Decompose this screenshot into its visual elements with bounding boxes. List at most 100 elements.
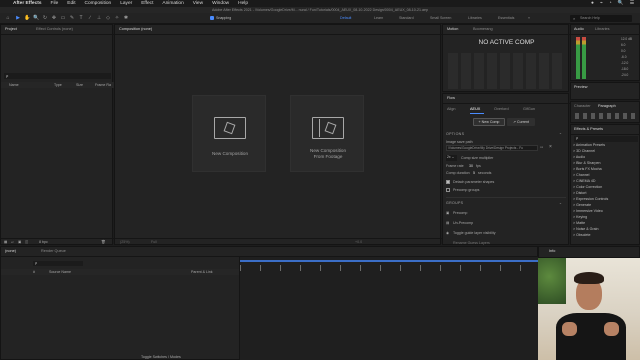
comp-size-select[interactable]: 2x ⌄: [446, 155, 457, 161]
orbit-tool-icon[interactable]: ↻: [42, 15, 48, 21]
new-composition-card[interactable]: New Composition: [192, 95, 266, 172]
bit-depth-label[interactable]: 8 bpc: [39, 240, 48, 244]
new-folder-icon[interactable]: ▱: [11, 240, 14, 244]
hand-tool-icon[interactable]: ✋: [24, 15, 30, 21]
image-save-path-input[interactable]: /Volumes/GoogleDrive/My Drive/Design Pro…: [446, 145, 538, 151]
brush-tool-icon[interactable]: ∕: [87, 15, 93, 21]
effects-presets-title[interactable]: Effects & Presets: [574, 127, 603, 131]
fx-keying[interactable]: > Keying: [573, 215, 587, 219]
selection-tool-icon[interactable]: ▶: [15, 15, 21, 21]
spotlight-search-icon[interactable]: 🔍: [618, 1, 624, 6]
subtab-aeux[interactable]: AEUX: [470, 107, 480, 111]
status-icon-2[interactable]: ⌁: [600, 1, 603, 6]
fx-boris-mocha[interactable]: > Boris FX Mocha: [573, 167, 602, 171]
precomp-action[interactable]: Precomp: [453, 211, 467, 215]
puppet-tool-icon[interactable]: ✱: [123, 15, 129, 21]
tab-libraries[interactable]: Libraries: [595, 27, 610, 31]
type-tool-icon[interactable]: T: [78, 15, 84, 21]
toggle-switches-modes[interactable]: Toggle Switches / Modes: [141, 355, 181, 359]
workspace-overflow-icon[interactable]: »: [528, 16, 530, 20]
column-type[interactable]: Type: [54, 83, 62, 87]
fx-channel[interactable]: > Channel: [573, 173, 589, 177]
fx-cinema-4d[interactable]: > CINEMA 4D: [573, 179, 595, 183]
fx-generate[interactable]: > Generate: [573, 203, 591, 207]
tab-project[interactable]: Project: [5, 27, 17, 31]
project-search-input[interactable]: ρ: [4, 73, 111, 79]
column-parent-link[interactable]: Parent & Link: [191, 270, 213, 274]
column-source-name[interactable]: Source Name: [49, 270, 71, 274]
workspace-default[interactable]: Default: [340, 16, 351, 20]
tab-preview[interactable]: Preview: [574, 85, 588, 89]
fx-immersive-video[interactable]: > Immersive Video: [573, 209, 603, 213]
motion-controls-grid[interactable]: [448, 53, 565, 89]
composition-from-footage-card[interactable]: New Composition From Footage: [290, 95, 364, 172]
new-comp-button[interactable]: + New Comp: [473, 118, 505, 126]
folder-icon[interactable]: ▭: [540, 145, 543, 149]
detach-shapes-checkbox[interactable]: [446, 180, 450, 184]
subtab-gifgun[interactable]: GifGun: [523, 107, 535, 111]
status-icon-3[interactable]: ◔: [609, 1, 612, 6]
fx-matte[interactable]: > Matte: [573, 221, 585, 225]
tab-timeline-none[interactable]: (none): [5, 249, 16, 253]
frame-rate-value[interactable]: 30: [469, 164, 473, 168]
fx-obsolete[interactable]: > Obsolete: [573, 233, 590, 237]
home-icon[interactable]: ⌂: [5, 15, 11, 21]
effects-search-input[interactable]: ρ: [574, 136, 638, 142]
tab-composition[interactable]: Composition (none): [119, 27, 152, 31]
new-comp-icon[interactable]: ▣: [18, 240, 21, 244]
fx-audio[interactable]: > Audio: [573, 155, 585, 159]
tab-character[interactable]: Character: [574, 104, 591, 108]
toggle-guide-action[interactable]: Toggle guide layer visibility: [453, 231, 496, 235]
tab-flow[interactable]: Flow: [447, 96, 455, 100]
workspace-essentials[interactable]: Essentials: [498, 16, 514, 20]
paragraph-align-buttons[interactable]: [575, 113, 637, 119]
work-area-bar[interactable]: [240, 260, 540, 262]
menu-layer[interactable]: Layer: [120, 1, 132, 6]
fx-distort[interactable]: > Distort: [573, 191, 586, 195]
app-name-menu[interactable]: After Effects: [13, 1, 42, 6]
workspace-small-screen[interactable]: Small Screen: [430, 16, 451, 20]
workspace-learn[interactable]: Learn: [374, 16, 383, 20]
eraser-tool-icon[interactable]: ◇: [105, 15, 111, 21]
comp-footer-exposure[interactable]: +0.0: [355, 240, 362, 244]
rename-layers-action[interactable]: Rename Guess Layers: [453, 241, 490, 245]
menu-help[interactable]: Help: [238, 1, 248, 6]
pan-tool-icon[interactable]: ✥: [51, 15, 57, 21]
fx-blur-sharpen[interactable]: > Blur & Sharpen: [573, 161, 600, 165]
close-icon[interactable]: ×: [549, 144, 552, 150]
tab-effect-controls[interactable]: Effect Controls (none): [36, 27, 73, 31]
column-frame-rate[interactable]: Frame Ra: [95, 83, 111, 87]
menu-file[interactable]: File: [51, 1, 59, 6]
rectangle-tool-icon[interactable]: ▭: [60, 15, 66, 21]
fx-expression-controls[interactable]: > Expression Controls: [573, 197, 608, 201]
trash-icon[interactable]: 🗑: [101, 240, 106, 244]
interpret-footage-icon[interactable]: ▦: [4, 240, 7, 244]
column-name[interactable]: Name: [9, 83, 19, 87]
unprecomp-action[interactable]: Un-Precomp: [453, 221, 473, 225]
tab-motion[interactable]: Motion: [447, 27, 458, 31]
menu-view[interactable]: View: [193, 1, 203, 6]
chevron-down-icon[interactable]: ⌄: [559, 201, 562, 205]
workspace-standard[interactable]: Standard: [399, 16, 414, 20]
time-ruler[interactable]: [240, 265, 540, 271]
current-button[interactable]: ↗ Current: [507, 118, 535, 126]
menu-edit[interactable]: Edit: [67, 1, 75, 6]
pen-tool-icon[interactable]: ✎: [69, 15, 75, 21]
timeline-search-input[interactable]: ρ: [33, 261, 83, 266]
roto-brush-icon[interactable]: ✧: [114, 15, 120, 21]
fx-noise-grain[interactable]: > Noise & Grain: [573, 227, 598, 231]
menu-effect[interactable]: Effect: [141, 1, 153, 6]
menu-animation[interactable]: Animation: [162, 1, 183, 6]
menu-composition[interactable]: Composition: [85, 1, 112, 6]
snapping-checkbox[interactable]: [210, 16, 214, 20]
fx-3d-channel[interactable]: > 3D Channel: [573, 149, 595, 153]
clone-stamp-icon[interactable]: ⊥: [96, 15, 102, 21]
comp-footer-zoom[interactable]: (25%): [120, 240, 130, 244]
comp-duration-value[interactable]: 5: [473, 171, 475, 175]
chevron-down-icon[interactable]: ⌄: [559, 131, 562, 135]
column-size[interactable]: Size: [76, 83, 83, 87]
subtab-overlord[interactable]: Overlord: [494, 107, 509, 111]
tab-paragraph[interactable]: Paragraph: [598, 104, 616, 108]
tab-info[interactable]: Info: [549, 249, 555, 253]
control-center-icon[interactable]: ☰: [630, 1, 634, 6]
